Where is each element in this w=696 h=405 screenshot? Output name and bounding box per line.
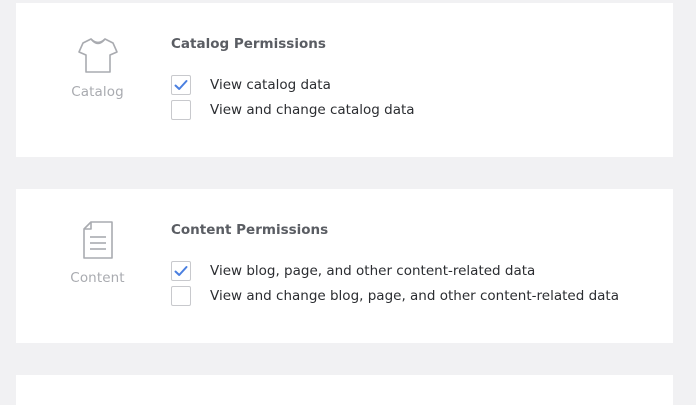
checkmark-icon [174, 266, 188, 276]
catalog-icon-group: Catalog [16, 36, 179, 100]
shirt-icon [16, 36, 179, 74]
content-permissions-card: Content Content Permissions View blog, p… [16, 189, 673, 343]
view-content-checkbox[interactable] [171, 261, 191, 281]
view-catalog-checkbox[interactable] [171, 75, 191, 95]
permission-row-view-catalog[interactable]: View catalog data [171, 74, 331, 96]
content-icon-group: Content [16, 220, 179, 286]
permission-row-change-catalog[interactable]: View and change catalog data [171, 99, 415, 121]
next-permissions-card [16, 375, 673, 405]
content-icon-label: Content [70, 270, 125, 286]
change-content-checkbox[interactable] [171, 286, 191, 306]
catalog-permissions-card: Catalog Catalog Permissions View catalog… [16, 3, 673, 157]
change-catalog-checkbox[interactable] [171, 100, 191, 120]
catalog-icon-label: Catalog [71, 84, 124, 100]
view-content-label: View blog, page, and other content-relat… [210, 263, 536, 279]
view-catalog-label: View catalog data [210, 77, 331, 93]
catalog-permissions-title: Catalog Permissions [171, 36, 326, 52]
change-catalog-label: View and change catalog data [210, 102, 415, 118]
document-icon [16, 220, 179, 260]
permission-row-change-content[interactable]: View and change blog, page, and other co… [171, 285, 619, 307]
content-permissions-title: Content Permissions [171, 222, 329, 238]
permission-row-view-content[interactable]: View blog, page, and other content-relat… [171, 260, 535, 282]
change-content-label: View and change blog, page, and other co… [210, 288, 619, 304]
checkmark-icon [174, 80, 188, 90]
